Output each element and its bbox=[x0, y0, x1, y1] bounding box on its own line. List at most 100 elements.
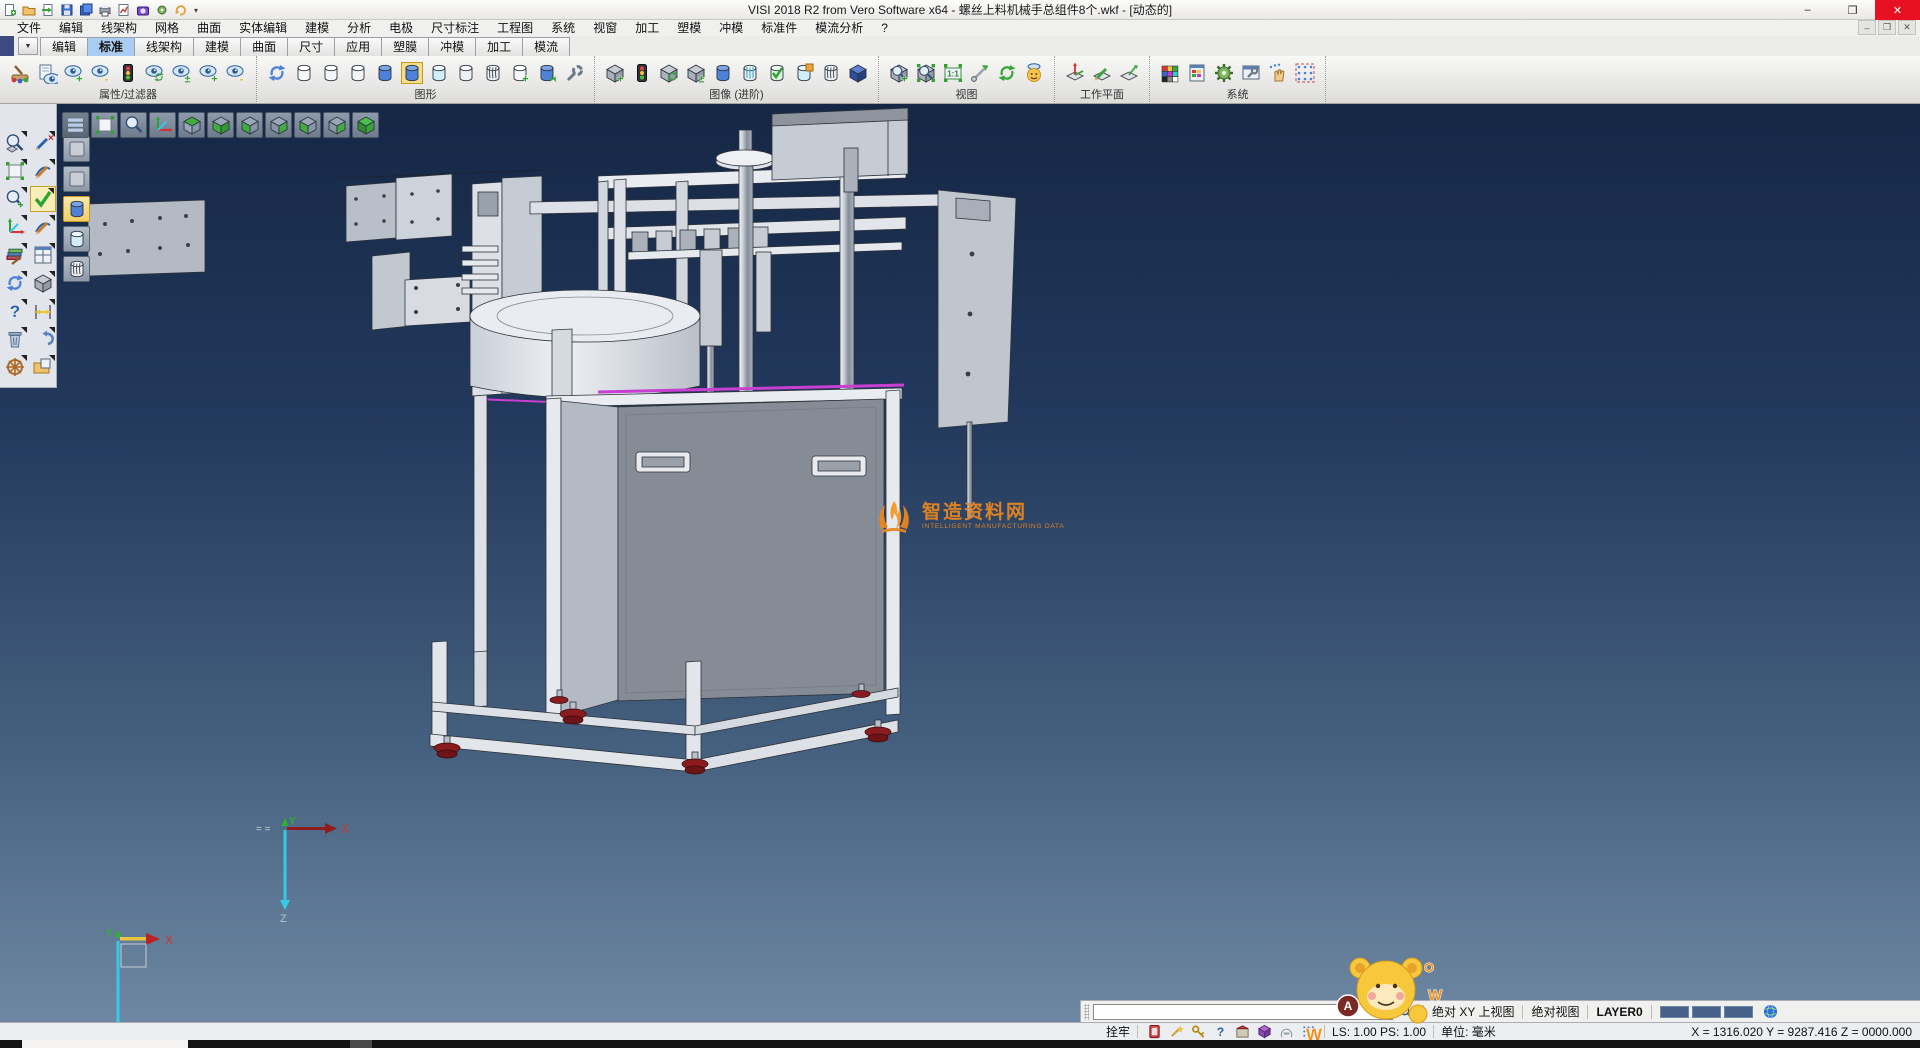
layer-tools-icon[interactable] bbox=[562, 61, 586, 85]
layer-move-icon[interactable] bbox=[535, 61, 559, 85]
mask-icon[interactable] bbox=[1277, 1024, 1295, 1040]
menu-item-7[interactable]: 分析 bbox=[338, 20, 380, 36]
viewport[interactable]: = = Y X Z Y X ×+? bbox=[0, 104, 1920, 1022]
layer-hatched-icon[interactable] bbox=[481, 61, 505, 85]
render-options-icon[interactable] bbox=[2, 242, 28, 268]
menu-item-0[interactable]: 文件 bbox=[8, 20, 50, 36]
cylinder-ghost-icon[interactable] bbox=[819, 61, 843, 85]
zoom-view-icon[interactable] bbox=[120, 112, 147, 138]
tab-0[interactable]: 编辑 bbox=[40, 37, 88, 56]
menu-item-6[interactable]: 建模 bbox=[296, 20, 338, 36]
prism-icon[interactable] bbox=[1255, 1024, 1273, 1040]
units-readout[interactable]: 单位: 毫米 bbox=[1441, 1023, 1496, 1040]
layer-color-swatch-1[interactable] bbox=[1692, 1006, 1721, 1018]
workplane-align-icon[interactable] bbox=[1117, 61, 1141, 85]
menu-item-16[interactable]: 标准件 bbox=[752, 20, 806, 36]
cylinder-page-icon[interactable] bbox=[792, 61, 816, 85]
layer-current-icon[interactable] bbox=[63, 196, 90, 222]
cylinder-check-icon[interactable] bbox=[765, 61, 789, 85]
tab-2[interactable]: 线架构 bbox=[134, 37, 194, 56]
system-settings-icon[interactable] bbox=[1212, 61, 1236, 85]
package-icon[interactable] bbox=[1233, 1024, 1251, 1040]
tab-9[interactable]: 加工 bbox=[475, 37, 523, 56]
lock-label[interactable]: 拴牢 bbox=[1106, 1023, 1130, 1040]
view-mode-label[interactable]: 绝对视图 bbox=[1531, 1003, 1579, 1020]
help-icon[interactable]: ? bbox=[2, 298, 28, 324]
cube-back-icon[interactable] bbox=[323, 112, 350, 138]
attributes-document-icon[interactable] bbox=[35, 61, 59, 85]
active-layer-label[interactable]: LAYER0 bbox=[1596, 1005, 1642, 1019]
menu-item-17[interactable]: 模流分析 bbox=[806, 20, 872, 36]
menu-item-4[interactable]: 曲面 bbox=[188, 20, 230, 36]
globe-icon[interactable] bbox=[1762, 1004, 1780, 1020]
cube-iso-icon[interactable] bbox=[352, 112, 379, 138]
wand-icon[interactable] bbox=[1167, 1024, 1185, 1040]
snapshot-icon[interactable] bbox=[135, 2, 151, 18]
layer-empty-1-icon[interactable] bbox=[292, 61, 316, 85]
filter-traffic-light-icon[interactable] bbox=[116, 61, 140, 85]
layer-empty-2-icon[interactable] bbox=[319, 61, 343, 85]
shaded-cube-icon[interactable] bbox=[846, 61, 870, 85]
cube-front-icon[interactable] bbox=[294, 112, 321, 138]
undo-icon[interactable] bbox=[30, 326, 56, 352]
tab-1[interactable]: 标准 bbox=[87, 37, 135, 56]
navigate-icon[interactable] bbox=[2, 354, 28, 380]
refresh-doc-icon[interactable] bbox=[173, 2, 189, 18]
search-icon[interactable] bbox=[1397, 1004, 1415, 1020]
tab-8[interactable]: 冲模 bbox=[428, 37, 476, 56]
snap-grid-icon[interactable] bbox=[1299, 1024, 1317, 1040]
menu-item-1[interactable]: 编辑 bbox=[50, 20, 92, 36]
layer-visible-2-icon[interactable] bbox=[63, 166, 90, 192]
zoom-dynamic-icon[interactable] bbox=[2, 130, 28, 156]
quick-access-more-button[interactable]: ▾ bbox=[194, 6, 198, 15]
erase-icon[interactable]: × bbox=[30, 130, 56, 156]
tab-4[interactable]: 曲面 bbox=[240, 37, 288, 56]
refresh-view-icon[interactable] bbox=[995, 61, 1019, 85]
view-list-icon[interactable] bbox=[62, 112, 89, 138]
new-document-icon[interactable] bbox=[2, 2, 18, 18]
plot-icon[interactable] bbox=[116, 2, 132, 18]
minimize-button[interactable]: – bbox=[1785, 0, 1830, 20]
layer-empty-3-icon[interactable] bbox=[346, 61, 370, 85]
zoom-in-view-icon[interactable]: + bbox=[887, 61, 911, 85]
zoom-extents-icon[interactable] bbox=[914, 61, 938, 85]
eye-plus-icon[interactable]: + bbox=[197, 61, 221, 85]
menu-item-8[interactable]: 电极 bbox=[380, 20, 422, 36]
question-icon[interactable]: ? bbox=[1211, 1024, 1229, 1040]
regen-icon[interactable] bbox=[2, 270, 28, 296]
measure-icon[interactable] bbox=[30, 298, 56, 324]
menu-item-9[interactable]: 尺寸标注 bbox=[422, 20, 488, 36]
layer-light-icon[interactable] bbox=[63, 226, 90, 252]
copy-folder-icon[interactable] bbox=[30, 354, 56, 380]
close-button[interactable]: ✕ bbox=[1875, 0, 1920, 20]
mdi-restore-button[interactable]: ❐ bbox=[1878, 20, 1896, 35]
shade-view-icon[interactable] bbox=[1022, 61, 1046, 85]
menu-item-3[interactable]: 网格 bbox=[146, 20, 188, 36]
tab-3[interactable]: 建模 bbox=[193, 37, 241, 56]
attributes-brush-icon[interactable] bbox=[8, 61, 32, 85]
menu-item-5[interactable]: 实体编辑 bbox=[230, 20, 296, 36]
view-orientation-label[interactable]: 绝对 XY 上视图 bbox=[1432, 1003, 1514, 1020]
print-icon[interactable] bbox=[97, 2, 113, 18]
window-layout-icon[interactable] bbox=[30, 242, 56, 268]
eye-remove-icon[interactable]: - bbox=[89, 61, 113, 85]
menu-item-10[interactable]: 工程图 bbox=[488, 20, 542, 36]
color-table-icon[interactable] bbox=[1185, 61, 1209, 85]
tab-10[interactable]: 模流 bbox=[522, 37, 570, 56]
cylinder-blue-icon[interactable] bbox=[711, 61, 735, 85]
solid-view-icon[interactable] bbox=[30, 270, 56, 296]
menu-item-2[interactable]: 线架构 bbox=[92, 20, 146, 36]
fit-view-icon[interactable] bbox=[91, 112, 118, 138]
window-options-icon[interactable] bbox=[1239, 61, 1263, 85]
curve-edit-icon[interactable] bbox=[30, 214, 56, 240]
workplane-icon[interactable] bbox=[1063, 61, 1087, 85]
maximize-button[interactable]: ❐ bbox=[1830, 0, 1875, 20]
tab-7[interactable]: 塑膜 bbox=[381, 37, 429, 56]
sketch-icon[interactable] bbox=[30, 158, 56, 184]
solids-filter-icon[interactable] bbox=[630, 61, 654, 85]
cad-model-drawing[interactable]: = = Y X Z Y X bbox=[0, 104, 1920, 1022]
key-icon[interactable] bbox=[1189, 1024, 1207, 1040]
solids-plusminus-icon[interactable]: ± bbox=[684, 61, 708, 85]
menu-item-15[interactable]: 冲模 bbox=[710, 20, 752, 36]
cylinder-striped-icon[interactable] bbox=[738, 61, 762, 85]
